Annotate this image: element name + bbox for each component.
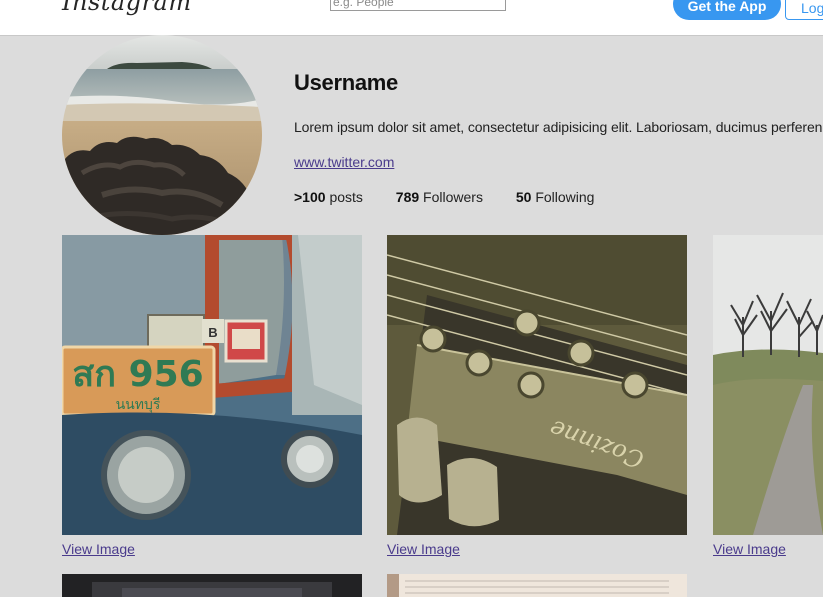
top-navbar: Instagram Get the App Log in bbox=[0, 0, 823, 36]
profile-bio: Lorem ipsum dolor sit amet, consectetur … bbox=[294, 119, 823, 135]
get-the-app-button[interactable]: Get the App bbox=[673, 0, 781, 20]
profile-avatar[interactable] bbox=[62, 35, 262, 235]
gallery-image-window[interactable] bbox=[387, 574, 687, 597]
profile-username: Username bbox=[294, 70, 398, 95]
profile-website-link[interactable]: www.twitter.com bbox=[294, 154, 394, 170]
guitar-photo: Cozinne bbox=[387, 235, 687, 535]
posts-stat: >100 posts bbox=[294, 189, 363, 205]
gallery-image-tuktuk[interactable]: B สก 956 นนทบุรี bbox=[62, 235, 362, 535]
instagram-logo[interactable]: Instagram bbox=[62, 0, 192, 16]
login-button[interactable]: Log in bbox=[785, 0, 823, 20]
trees-photo bbox=[713, 235, 823, 535]
following-stat[interactable]: 50 Following bbox=[516, 189, 595, 205]
avatar-beach-photo bbox=[62, 35, 262, 235]
search-input[interactable] bbox=[330, 0, 506, 11]
gallery-image-trees[interactable] bbox=[713, 235, 823, 535]
gallery-image-dark[interactable] bbox=[62, 574, 362, 597]
following-label: Following bbox=[535, 189, 595, 205]
posts-label: posts bbox=[329, 189, 363, 205]
view-image-link-3[interactable]: View Image bbox=[713, 541, 786, 557]
followers-stat[interactable]: 789 Followers bbox=[396, 189, 483, 205]
posts-count: >100 bbox=[294, 189, 326, 205]
sticker-b-text: B bbox=[208, 325, 217, 340]
followers-label: Followers bbox=[423, 189, 483, 205]
dark-photo bbox=[62, 574, 362, 597]
following-count: 50 bbox=[515, 189, 532, 205]
license-plate-text: สก 956 bbox=[72, 354, 203, 395]
tuktuk-photo: B สก 956 นนทบุรี bbox=[62, 235, 362, 535]
view-image-link-1[interactable]: View Image bbox=[62, 541, 135, 557]
profile-stats: >100 posts 789 Followers 50 Following bbox=[294, 189, 623, 205]
view-image-link-2[interactable]: View Image bbox=[387, 541, 460, 557]
followers-count: 789 bbox=[395, 189, 420, 205]
window-photo bbox=[387, 574, 687, 597]
gallery-image-guitar[interactable]: Cozinne bbox=[387, 235, 687, 535]
license-plate-province: นนทบุรี bbox=[116, 397, 161, 413]
